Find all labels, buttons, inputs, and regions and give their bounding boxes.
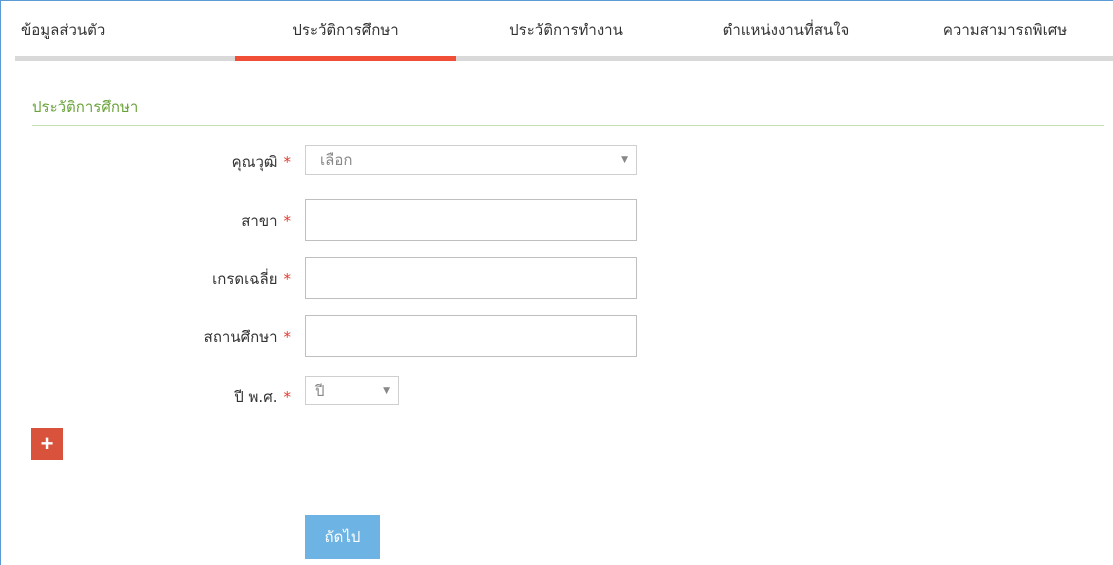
required-marker: * [283, 388, 292, 406]
tab-personal-info[interactable]: ข้อมูลส่วนตัว [15, 1, 235, 59]
tab-special-skills[interactable]: ความสามารถพิเศษ [896, 1, 1113, 59]
add-education-button[interactable]: + [31, 428, 63, 460]
tab-education[interactable]: ประวัติการศึกษา [235, 1, 456, 61]
section-divider [32, 125, 1104, 126]
section-title: ประวัติการศึกษา [32, 98, 139, 116]
degree-select-value: เลือก [320, 151, 353, 169]
gpa-label: เกรดเฉลี่ย * [31, 267, 291, 291]
year-select[interactable]: ปี ▼ [305, 376, 399, 405]
required-marker: * [283, 328, 292, 346]
required-marker: * [283, 212, 292, 230]
chevron-down-icon: ▼ [621, 155, 628, 165]
year-select-value: ปี [315, 381, 325, 400]
required-marker: * [283, 270, 292, 288]
major-label-text: สาขา [241, 212, 278, 230]
major-label: สาขา * [31, 209, 291, 233]
plus-icon: + [40, 431, 54, 456]
institution-label-text: สถานศึกษา [203, 328, 278, 346]
next-button[interactable]: ถัดไป [305, 515, 380, 559]
degree-select[interactable]: เลือก ▼ [305, 145, 637, 175]
major-field[interactable] [305, 199, 637, 241]
page-frame: ข้อมูลส่วนตัว ประวัติการศึกษา ประวัติการ… [0, 0, 1113, 565]
tab-work-history[interactable]: ประวัติการทำงาน [456, 1, 676, 59]
gpa-field[interactable] [305, 257, 637, 299]
chevron-down-icon: ▼ [383, 385, 390, 396]
institution-field[interactable] [305, 315, 637, 357]
gpa-label-text: เกรดเฉลี่ย [212, 270, 278, 288]
degree-label: คุณวุฒิ * [31, 150, 291, 174]
institution-label: สถานศึกษา * [31, 325, 291, 349]
tab-interested-position[interactable]: ตำแหน่งงานที่สนใจ [676, 1, 896, 59]
year-label: ปี พ.ศ. * [31, 385, 291, 409]
year-label-text: ปี พ.ศ. [234, 388, 278, 406]
required-marker: * [283, 153, 292, 171]
degree-label-text: คุณวุฒิ [231, 153, 278, 171]
tab-bar: ข้อมูลส่วนตัว ประวัติการศึกษา ประวัติการ… [15, 1, 1113, 63]
